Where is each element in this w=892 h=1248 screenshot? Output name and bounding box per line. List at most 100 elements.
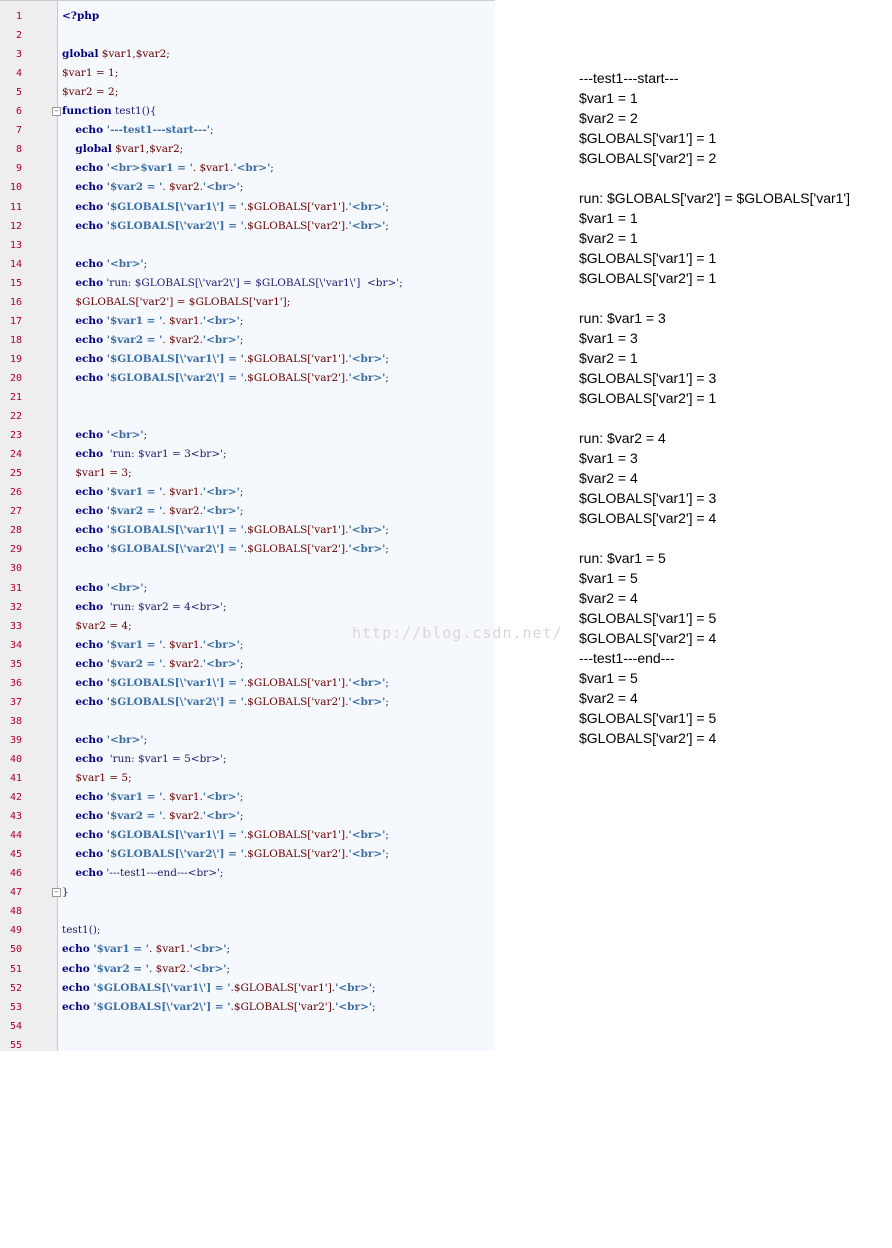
code-line[interactable]: 41 $var1 = 5;	[0, 769, 495, 788]
code-line[interactable]: 46 echo '---test1---end---<br>';	[0, 864, 495, 883]
code-line[interactable]: 32 echo 'run: $var2 = 4<br>';	[0, 598, 495, 617]
code-line[interactable]: 48	[0, 902, 495, 921]
code-line[interactable]: 44 echo '$GLOBALS[\'var1\'] = '.$GLOBALS…	[0, 826, 495, 845]
output-line: $var1 = 1	[579, 90, 638, 106]
program-output: ---test1---start--- $var1 = 1 $var2 = 2 $GL…	[579, 68, 850, 748]
code-line[interactable]: 22	[0, 407, 495, 426]
code-line[interactable]: 31 echo '<br>';	[0, 579, 495, 598]
code-line[interactable]: 11 echo '$GLOBALS[\'var1\'] = '.$GLOBALS…	[0, 198, 495, 217]
code-text: echo '$var2 = '. $var2.'<br>';	[62, 960, 230, 979]
code-line[interactable]: 49 test1();	[0, 921, 495, 940]
code-line[interactable]: 50 echo '$var1 = '. $var1.'<br>';	[0, 940, 495, 959]
code-line[interactable]: 28 echo '$GLOBALS[\'var1\'] = '.$GLOBALS…	[0, 521, 495, 540]
code-token: global	[62, 48, 99, 61]
code-line[interactable]: 55	[0, 1036, 495, 1055]
code-token: '<br>'	[202, 505, 240, 518]
output-line: ---test1---end---	[579, 650, 675, 666]
code-token: echo	[75, 486, 104, 499]
code-line[interactable]: 39 echo '<br>';	[0, 731, 495, 750]
code-line[interactable]: 23 echo '<br>';	[0, 426, 495, 445]
code-line[interactable]: 18 echo '$var2 = '. $var2.'<br>';	[0, 331, 495, 350]
code-token: 'run: $var2 = 4<br>'	[103, 600, 224, 613]
code-line[interactable]: 16 $GLOBALS['var2'] = $GLOBALS['var1'];	[0, 293, 495, 312]
code-line[interactable]: 10 echo '$var2 = '. $var2.'<br>';	[0, 178, 495, 197]
line-number: 10	[9, 182, 22, 194]
code-line[interactable]: 29 echo '$GLOBALS[\'var2\'] = '.$GLOBALS…	[0, 540, 495, 559]
code-line[interactable]: 36 echo '$GLOBALS[\'var1\'] = '.$GLOBALS…	[0, 674, 495, 693]
code-token: test1();	[62, 924, 101, 937]
code-token: '---test1---end---<br>'	[103, 867, 220, 880]
code-text: echo '---test1---end---<br>';	[62, 864, 223, 883]
code-line[interactable]: 12 echo '$GLOBALS[\'var2\'] = '.$GLOBALS…	[0, 217, 495, 236]
line-number: 39	[9, 734, 22, 746]
code-line[interactable]: 24 echo 'run: $var1 = 3<br>';	[0, 445, 495, 464]
line-number: 29	[9, 544, 22, 556]
code-line[interactable]: 20 echo '$GLOBALS[\'var2\'] = '.$GLOBALS…	[0, 369, 495, 388]
code-line[interactable]: 52 echo '$GLOBALS[\'var1\'] = '.$GLOBALS[…	[0, 979, 495, 998]
code-line[interactable]: 3 global $var1,$var2;	[0, 45, 495, 64]
code-line[interactable]: 25 $var1 = 3;	[0, 464, 495, 483]
code-line[interactable]: 37 echo '$GLOBALS[\'var2\'] = '.$GLOBALS…	[0, 693, 495, 712]
code-text: echo '$GLOBALS[\'var2\'] = '.$GLOBALS['v…	[62, 693, 389, 712]
code-token: ;	[385, 676, 389, 689]
code-editor[interactable]: 1 <?php 2 3 global $var1,$var2; 4 $var1 = 1; 5 $…	[0, 0, 495, 1051]
code-token: 'run: $var1 = 3<br>'	[103, 448, 224, 461]
code-line[interactable]: 27 echo '$var2 = '. $var2.'<br>';	[0, 502, 495, 521]
code-line[interactable]: 45 echo '$GLOBALS[\'var2\'] = '.$GLOBALS…	[0, 845, 495, 864]
fold-toggle-icon[interactable]: −	[52, 107, 61, 117]
code-token: . $var1.	[162, 638, 203, 651]
code-line[interactable]: 26 echo '$var1 = '. $var1.'<br>';	[0, 483, 495, 502]
code-line[interactable]: 35 echo '$var2 = '. $var2.'<br>';	[0, 655, 495, 674]
code-token: $var1,$var2;	[111, 143, 184, 156]
code-line[interactable]: 38	[0, 712, 495, 731]
code-token: ;	[239, 181, 244, 194]
line-number: 31	[9, 582, 22, 594]
code-line[interactable]: 43 echo '$var2 = '. $var2.'<br>';	[0, 807, 495, 826]
code-line[interactable]: 6 − function test1(){	[0, 102, 495, 121]
fold-toggle-icon[interactable]: −	[52, 888, 61, 898]
code-line[interactable]: 14 echo '<br>';	[0, 255, 495, 274]
output-line: $var2 = 1	[579, 350, 638, 366]
code-line[interactable]: 9 echo '<br>$var1 = '. $var1.'<br>';	[0, 159, 495, 178]
code-token: . $var2.	[162, 333, 203, 346]
line-number: 12	[9, 220, 22, 232]
code-line[interactable]: 15 echo 'run: $GLOBALS[\'var2\'] = $GLOB…	[0, 274, 495, 293]
output-line: $var2 = 2	[579, 110, 638, 126]
code-token: . $var1.	[162, 791, 203, 804]
code-token: '<br>'	[335, 1000, 373, 1013]
code-token: '<br>'	[202, 810, 240, 823]
code-line[interactable]: 30	[0, 559, 495, 578]
code-token: 'run: $GLOBALS[\'var2\'] = $GLOBALS[\'va…	[103, 276, 400, 289]
code-line[interactable]: 4 $var1 = 1;	[0, 64, 495, 83]
code-line[interactable]: 54	[0, 1017, 495, 1036]
code-line[interactable]: 47 −}	[0, 883, 495, 902]
code-line[interactable]: 8 global $var1,$var2;	[0, 140, 495, 159]
code-line[interactable]: 51 echo '$var2 = '. $var2.'<br>';	[0, 960, 495, 979]
code-line[interactable]: 40 echo 'run: $var1 = 5<br>';	[0, 750, 495, 769]
code-token: '<br>'	[335, 981, 373, 994]
code-line[interactable]: 21	[0, 388, 495, 407]
code-token: '<br>'	[348, 695, 386, 708]
code-token: ;	[239, 505, 244, 518]
output-line: $var1 = 3	[579, 330, 638, 346]
code-line[interactable]: 53 echo '$GLOBALS[\'var2\'] = '.$GLOBALS[…	[0, 998, 495, 1017]
code-line[interactable]: 2	[0, 26, 495, 45]
code-line[interactable]: 13	[0, 236, 495, 255]
code-token: . $var2.	[162, 181, 203, 194]
line-number: 38	[9, 715, 22, 727]
code-line[interactable]: 1 <?php	[0, 7, 495, 26]
code-line[interactable]: 42 echo '$var1 = '. $var1.'<br>';	[0, 788, 495, 807]
code-token: echo	[75, 371, 104, 384]
code-line[interactable]: 17 echo '$var1 = '. $var1.'<br>';	[0, 312, 495, 331]
code-line[interactable]: 5 $var2 = 2;	[0, 83, 495, 102]
code-line[interactable]: 19 echo '$GLOBALS[\'var1\'] = '.$GLOBALS…	[0, 350, 495, 369]
code-line[interactable]: 7 echo '---test1---start---';	[0, 121, 495, 140]
code-token: echo	[75, 505, 104, 518]
